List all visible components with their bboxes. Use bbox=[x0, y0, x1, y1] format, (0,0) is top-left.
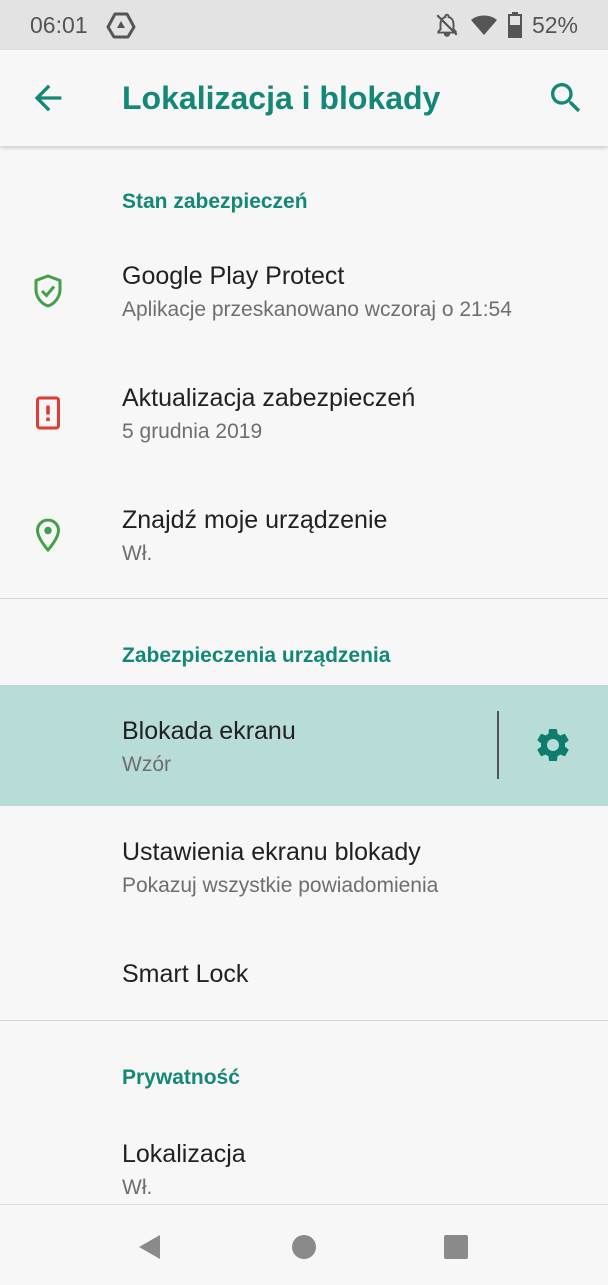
settings-list: Stan zabezpieczeń Google Play Protect Ap… bbox=[0, 146, 608, 1204]
shield-check-icon bbox=[34, 274, 62, 308]
item-subtitle: Wł. bbox=[122, 1176, 153, 1199]
list-item-security-update[interactable]: Aktualizacja zabezpieczeń 5 grudnia 2019 bbox=[0, 362, 608, 478]
list-item-smart-lock[interactable]: Smart Lock bbox=[0, 926, 608, 1020]
location-pin-icon bbox=[35, 518, 61, 553]
nav-home-icon[interactable] bbox=[290, 1233, 318, 1261]
section-header-device-security: Zabezpieczenia urządzenia bbox=[122, 644, 391, 667]
nav-recents-icon[interactable] bbox=[442, 1233, 470, 1261]
gear-icon[interactable] bbox=[533, 725, 573, 765]
item-subtitle: Aplikacje przeskanowano wczoraj o 21:54 bbox=[122, 298, 512, 321]
item-title: Smart Lock bbox=[122, 960, 249, 988]
item-title: Ustawienia ekranu blokady bbox=[122, 838, 421, 866]
status-icons: 52% bbox=[434, 10, 578, 40]
item-title: Lokalizacja bbox=[122, 1140, 246, 1168]
search-icon[interactable] bbox=[546, 78, 586, 118]
list-item-location[interactable]: Lokalizacja Wł. bbox=[0, 1108, 608, 1204]
notifications-off-icon bbox=[436, 13, 458, 37]
status-bar: 06:01 52% bbox=[0, 0, 608, 50]
item-subtitle: Wzór bbox=[122, 753, 171, 776]
section-header-privacy: Prywatność bbox=[122, 1066, 240, 1089]
divider bbox=[0, 598, 608, 599]
page-title: Lokalizacja i blokady bbox=[122, 80, 441, 116]
nav-back-icon[interactable] bbox=[136, 1233, 164, 1261]
drive-icon bbox=[106, 12, 136, 39]
item-subtitle: Pokazuj wszystkie powiadomienia bbox=[122, 874, 439, 897]
item-subtitle: Wł. bbox=[122, 542, 153, 565]
status-time: 06:01 bbox=[30, 12, 88, 38]
battery-icon bbox=[507, 12, 522, 38]
battery-percent: 52% bbox=[531, 11, 578, 38]
list-item-find-my-device[interactable]: Znajdź moje urządzenie Wł. bbox=[0, 484, 608, 600]
divider bbox=[0, 1020, 608, 1021]
item-title: Blokada ekranu bbox=[122, 717, 296, 745]
navigation-bar bbox=[0, 1204, 608, 1285]
phone-alert-icon bbox=[36, 396, 60, 430]
arrow-back-icon[interactable] bbox=[28, 78, 68, 118]
list-item-screen-lock[interactable]: Blokada ekranu Wzór bbox=[0, 685, 608, 806]
item-subtitle: 5 grudnia 2019 bbox=[122, 420, 263, 443]
item-title: Znajdź moje urządzenie bbox=[122, 506, 388, 534]
list-item-lock-screen-settings[interactable]: Ustawienia ekranu blokady Pokazuj wszyst… bbox=[0, 806, 608, 926]
vertical-separator bbox=[497, 711, 499, 779]
item-title: Google Play Protect bbox=[122, 262, 345, 290]
section-header-security-status: Stan zabezpieczeń bbox=[122, 190, 308, 213]
item-title: Aktualizacja zabezpieczeń bbox=[122, 384, 416, 412]
app-bar: Lokalizacja i blokady bbox=[0, 50, 608, 146]
list-item-google-play-protect[interactable]: Google Play Protect Aplikacje przeskanow… bbox=[0, 240, 608, 356]
wifi-icon bbox=[470, 15, 497, 35]
